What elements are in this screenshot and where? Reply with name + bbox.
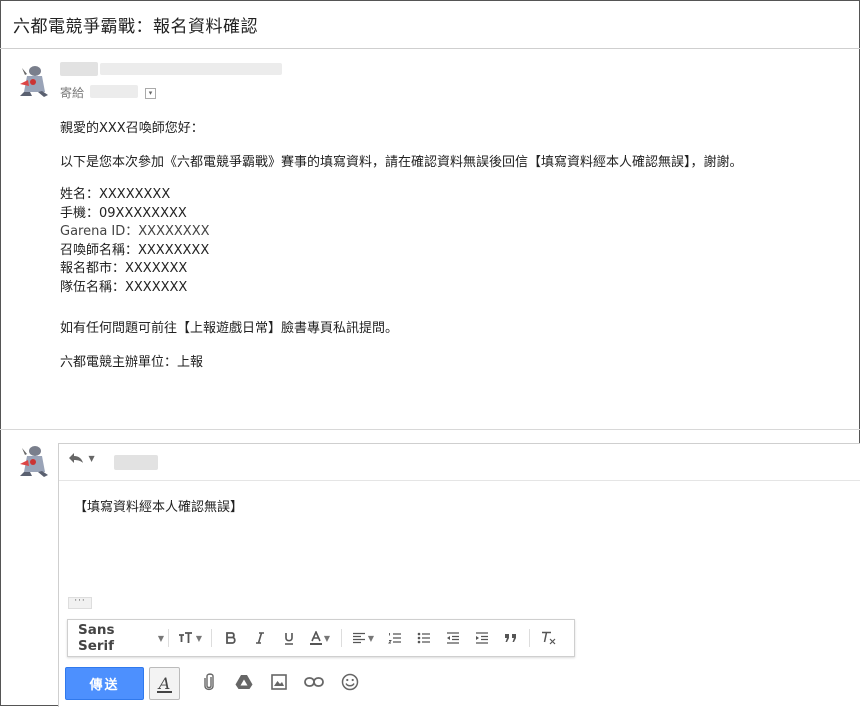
font-family-label: Sans Serif (78, 622, 115, 654)
toolbar-separator (341, 629, 342, 647)
send-button[interactable]: 傳送 (65, 667, 144, 700)
insert-drive-button[interactable] (232, 670, 256, 694)
greeting-text: 親愛的XXX召喚師您好： (60, 121, 204, 136)
chevron-down-icon: ▼ (88, 454, 95, 463)
chevron-down-icon: ▼ (323, 633, 331, 643)
clear-format-button[interactable] (534, 620, 563, 656)
sender-name-redacted (60, 62, 98, 76)
toolbar-separator (529, 629, 530, 647)
underline-icon (284, 632, 293, 645)
align-icon (352, 632, 365, 644)
italic-button[interactable] (245, 620, 274, 656)
show-trimmed-content-button[interactable]: ··· (68, 597, 92, 609)
insert-photo-button[interactable] (267, 670, 291, 694)
bulleted-list-button[interactable] (409, 620, 438, 656)
text-size-button[interactable]: ▼ (173, 620, 207, 656)
insert-link-button[interactable] (302, 670, 326, 694)
reply-icon (69, 453, 83, 463)
indent-more-button[interactable] (467, 620, 496, 656)
message-divider (0, 429, 860, 430)
quote-button[interactable] (496, 620, 525, 656)
numbered-list-button[interactable] (380, 620, 409, 656)
field-phone: 手機：09XXXXXXXX (60, 205, 187, 221)
bold-button[interactable] (216, 620, 245, 656)
registration-fields: 姓名：XXXXXXXX 手機：09XXXXXXXX Garena ID：XXXX… (60, 186, 210, 297)
quote-icon (504, 634, 516, 642)
signature-text: 六都電競主辦單位：上報 (60, 355, 204, 370)
bulleted-list-icon (417, 632, 430, 644)
attach-files-button[interactable] (197, 670, 221, 694)
recipient-redacted (90, 85, 138, 98)
field-team-name: 隊伍名稱：XXXXXXX (60, 279, 188, 295)
sender-avatar-icon (20, 66, 48, 97)
subject-divider (0, 48, 860, 49)
field-name: 姓名：XXXXXXXX (60, 187, 171, 202)
chevron-down-icon: ▼ (367, 633, 375, 643)
indent-more-icon (475, 632, 488, 644)
reply-recipient-redacted[interactable] (114, 455, 158, 470)
indent-less-button[interactable] (438, 620, 467, 656)
numbered-list-icon (387, 633, 401, 644)
clear-format-icon (541, 631, 555, 645)
text-color-icon (309, 631, 322, 645)
italic-icon (255, 632, 264, 644)
sender-email-redacted (100, 63, 282, 75)
reply-avatar-icon (20, 446, 48, 477)
link-icon (304, 677, 324, 687)
bold-icon (225, 632, 236, 644)
contact-text: 如有任何問題可前往【上報遊戲日常】臉書專頁私訊提問。 (60, 321, 399, 336)
reply-type-dropdown[interactable]: ▼ (68, 452, 95, 468)
compose-header-divider (59, 480, 860, 481)
recipient-label: 寄給 (60, 86, 85, 100)
recipient-details-toggle[interactable]: ▾ (145, 88, 156, 99)
indent-less-icon (446, 632, 459, 644)
email-subject: 六都電競爭霸戰：報名資料確認 (13, 17, 258, 37)
text-format-icon: A (158, 674, 171, 693)
emoji-icon (341, 673, 359, 691)
field-city: 報名都市：XXXXXXX (60, 261, 188, 276)
insert-emoji-button[interactable] (338, 670, 362, 694)
chevron-down-icon: ▼ (157, 633, 164, 643)
paperclip-icon (204, 673, 214, 691)
formatting-options-button[interactable]: A (149, 667, 180, 700)
chevron-down-icon: ▼ (195, 633, 203, 643)
toolbar-separator (211, 629, 212, 647)
drive-icon (235, 675, 253, 689)
field-garena-id: Garena ID：XXXXXXXX (60, 224, 210, 239)
field-summoner-name: 召喚師名稱：XXXXXXXX (60, 242, 210, 258)
formatting-toolbar: Sans Serif ▼ ▼ ▼ ▼ (67, 619, 575, 657)
underline-button[interactable] (274, 620, 303, 656)
text-size-icon (178, 632, 192, 643)
align-button[interactable]: ▼ (346, 620, 380, 656)
font-family-select[interactable]: Sans Serif ▼ (68, 620, 164, 656)
intro-text: 以下是您本次參加《六都電競爭霸戰》賽事的填寫資料，請在確認資料無誤後回信【填寫資… (60, 155, 743, 170)
toolbar-separator (168, 629, 169, 647)
photo-icon (271, 674, 287, 690)
text-color-button[interactable]: ▼ (303, 620, 337, 656)
compose-body-input[interactable]: 【填寫資料經本人確認無誤】 (74, 496, 243, 515)
